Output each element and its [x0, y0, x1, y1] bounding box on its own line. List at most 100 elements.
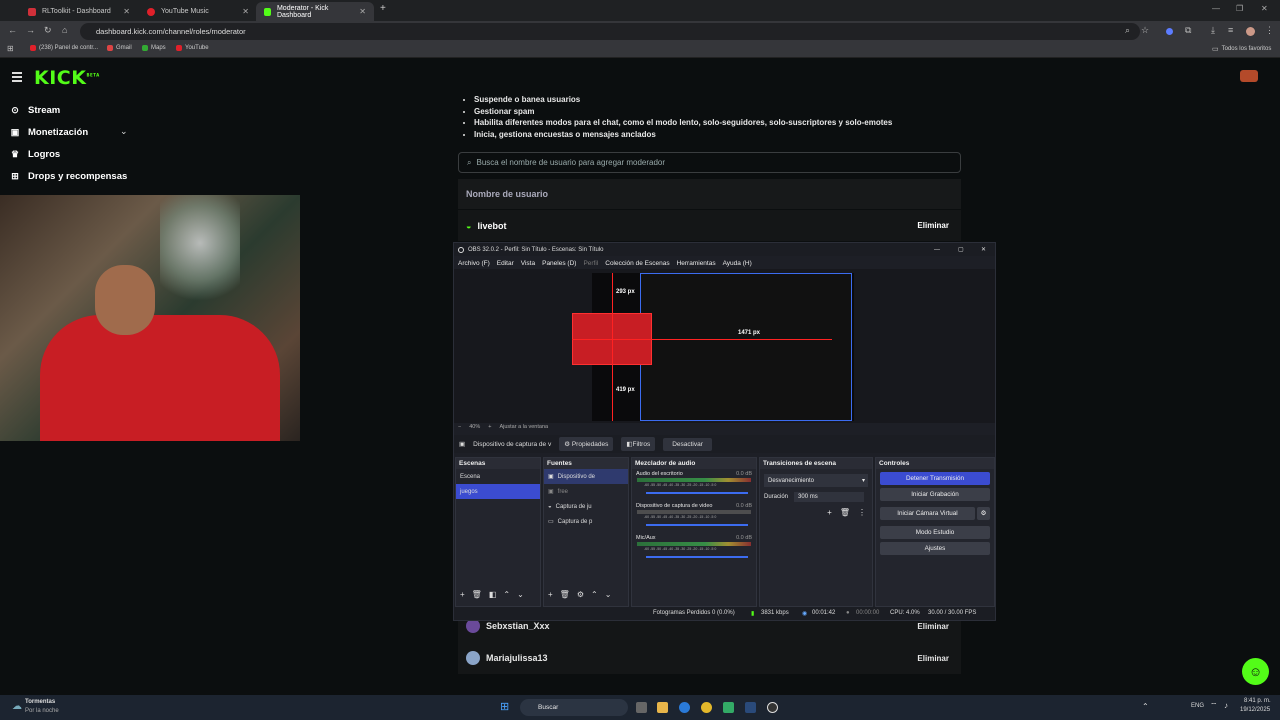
trash-icon[interactable]: 🗑 — [560, 590, 570, 599]
menu-archivo[interactable]: Archivo (F) — [458, 260, 490, 267]
gear-icon[interactable]: ⚙ — [977, 507, 990, 520]
trash-icon[interactable]: 🗑 — [472, 590, 482, 599]
zoom-in-icon[interactable]: + — [488, 424, 491, 430]
close-icon[interactable]: ✕ — [123, 7, 130, 16]
down-icon[interactable]: ⌄ — [605, 590, 612, 599]
menu-editar[interactable]: Editar — [497, 260, 514, 267]
url-field[interactable]: dashboard.kick.com/channel/roles/moderat… — [80, 23, 1140, 40]
volume-icon[interactable]: ♪ — [1224, 701, 1228, 710]
menu-coleccion[interactable]: Colección de Escenas — [605, 260, 669, 267]
volume-slider[interactable] — [646, 492, 748, 494]
maximize-button[interactable]: ❐ — [1236, 4, 1243, 13]
start-record-button[interactable]: Iniciar Grabación — [880, 488, 990, 501]
gear-icon[interactable]: ⚙ — [577, 590, 584, 599]
chrome-icon[interactable] — [701, 702, 712, 713]
close-window-button[interactable]: ✕ — [1261, 4, 1268, 13]
bookmark-panel[interactable]: (238) Panel de contr... — [30, 45, 98, 51]
virtual-camera-button[interactable]: Iniciar Cámara Virtual — [880, 507, 975, 520]
remove-button[interactable]: Eliminar — [917, 654, 949, 663]
language-indicator[interactable]: ENG — [1191, 703, 1204, 709]
minimize-button[interactable]: — — [934, 247, 940, 253]
download-icon[interactable]: ⤓ — [1211, 25, 1215, 36]
extension-icon[interactable] — [1166, 28, 1173, 35]
volume-slider[interactable] — [646, 556, 748, 558]
tab-youtube-music[interactable]: YouTube Music ✕ — [139, 2, 257, 21]
bookmark-gmail[interactable]: Gmail — [107, 45, 132, 51]
menu-ayuda[interactable]: Ayuda (H) — [723, 260, 752, 267]
sidebar-item-logros[interactable]: ♛ Logros — [10, 149, 60, 160]
chevron-up-icon[interactable]: ⌃ — [1142, 702, 1149, 711]
remove-button[interactable]: Eliminar — [917, 221, 949, 230]
scene-item-selected[interactable]: juegos — [456, 484, 540, 499]
menu-vista[interactable]: Vista — [521, 260, 535, 267]
apps-grid-icon[interactable]: ⊞ — [7, 44, 14, 53]
filters-button[interactable]: ◧Filtros — [621, 437, 656, 451]
edge-icon[interactable] — [679, 702, 690, 713]
trash-icon[interactable]: 🗑 — [840, 508, 850, 517]
forward-icon[interactable]: → — [26, 25, 35, 35]
media-icon[interactable]: ≡ — [1228, 25, 1233, 35]
source-item[interactable]: ▭ Captura de p — [544, 514, 628, 529]
bookmark-maps[interactable]: Maps — [142, 45, 166, 51]
filter-icon[interactable]: ◧ — [489, 590, 497, 599]
source-item[interactable]: ◒ Captura de ju — [544, 499, 628, 514]
studio-mode-button[interactable]: Modo Estudio — [880, 526, 990, 539]
zoom-out-icon[interactable]: − — [458, 424, 461, 430]
sidebar-item-stream[interactable]: ⊙ Stream — [10, 105, 60, 116]
close-icon[interactable]: ✕ — [359, 7, 366, 16]
user-avatar[interactable] — [1240, 70, 1258, 82]
bookmark-star-icon[interactable]: ☆ — [1141, 25, 1149, 36]
task-view-icon[interactable] — [636, 702, 647, 713]
steam-icon[interactable] — [745, 702, 756, 713]
tab-kick-moderator[interactable]: Moderator - Kick Dashboard ✕ — [256, 2, 374, 21]
fit-window-option[interactable]: Ajustar a la ventana — [499, 424, 548, 430]
add-icon[interactable]: + — [460, 590, 465, 599]
zoom-icon[interactable]: ⌕ — [1125, 25, 1130, 36]
kick-logo[interactable]: KICKBETA — [34, 67, 100, 89]
weather-title[interactable]: Tormentas — [25, 699, 55, 705]
wifi-icon[interactable]: ⌔ — [1210, 701, 1218, 711]
source-item[interactable]: ▣ free — [544, 484, 628, 499]
reload-icon[interactable]: ↻ — [44, 25, 52, 36]
chevron-down-icon[interactable]: ⌄ — [120, 126, 128, 137]
maximize-button[interactable]: ▢ — [958, 246, 964, 253]
menu-herramientas[interactable]: Herramientas — [677, 260, 716, 267]
down-icon[interactable]: ⌄ — [517, 590, 524, 599]
support-chat-button[interactable]: ☺ — [1242, 658, 1269, 685]
bookmark-youtube[interactable]: YouTube — [176, 45, 209, 51]
stop-stream-button[interactable]: Detener Transmisión — [880, 472, 990, 485]
extensions-puzzle-icon[interactable]: ⧉ — [1185, 25, 1191, 36]
clock-time[interactable]: 8:41 p. m. — [1244, 698, 1271, 704]
app-icon[interactable] — [723, 702, 734, 713]
display-capture-source[interactable] — [640, 273, 852, 421]
profile-avatar[interactable] — [1246, 27, 1255, 36]
add-icon[interactable]: + — [548, 590, 553, 599]
menu-icon[interactable] — [12, 72, 22, 84]
close-icon[interactable]: ✕ — [242, 7, 249, 16]
all-bookmarks[interactable]: ▭ Todos los favoritos — [1212, 45, 1271, 53]
taskbar-search[interactable]: Buscar — [520, 699, 628, 716]
minimize-button[interactable]: — — [1212, 4, 1220, 13]
home-icon[interactable]: ⌂ — [62, 25, 67, 35]
sidebar-item-monetizacion[interactable]: ▣ Monetización — [10, 127, 88, 138]
close-button[interactable]: ✕ — [981, 246, 986, 253]
sidebar-item-drops[interactable]: ⊞ Drops y recompensas — [10, 171, 127, 182]
more-icon[interactable]: ⋮ — [858, 508, 866, 517]
add-icon[interactable]: + — [827, 508, 832, 517]
remove-button[interactable]: Eliminar — [917, 622, 949, 631]
settings-button[interactable]: Ajustes — [880, 542, 990, 555]
weather-icon[interactable]: ☁ — [12, 701, 22, 712]
tab-rltoolkit[interactable]: RLToolkit - Dashboard ✕ — [20, 2, 138, 21]
menu-perfil[interactable]: Perfil — [583, 260, 598, 267]
duration-input[interactable]: 300 ms — [794, 492, 865, 502]
volume-slider[interactable] — [646, 524, 748, 526]
new-tab-button[interactable]: + — [380, 3, 386, 14]
deactivate-button[interactable]: Desactivar — [663, 437, 712, 451]
menu-paneles[interactable]: Paneles (D) — [542, 260, 576, 267]
scene-item[interactable]: Escena — [456, 469, 540, 484]
back-icon[interactable]: ← — [8, 25, 17, 35]
moderator-search-input[interactable]: ⌕ Busca el nombre de usuario para agrega… — [458, 152, 961, 173]
file-explorer-icon[interactable] — [657, 702, 668, 713]
obs-preview[interactable]: 293 px 1471 px 419 px — [454, 269, 995, 423]
source-item[interactable]: ▣ Dispositivo de — [544, 469, 628, 484]
